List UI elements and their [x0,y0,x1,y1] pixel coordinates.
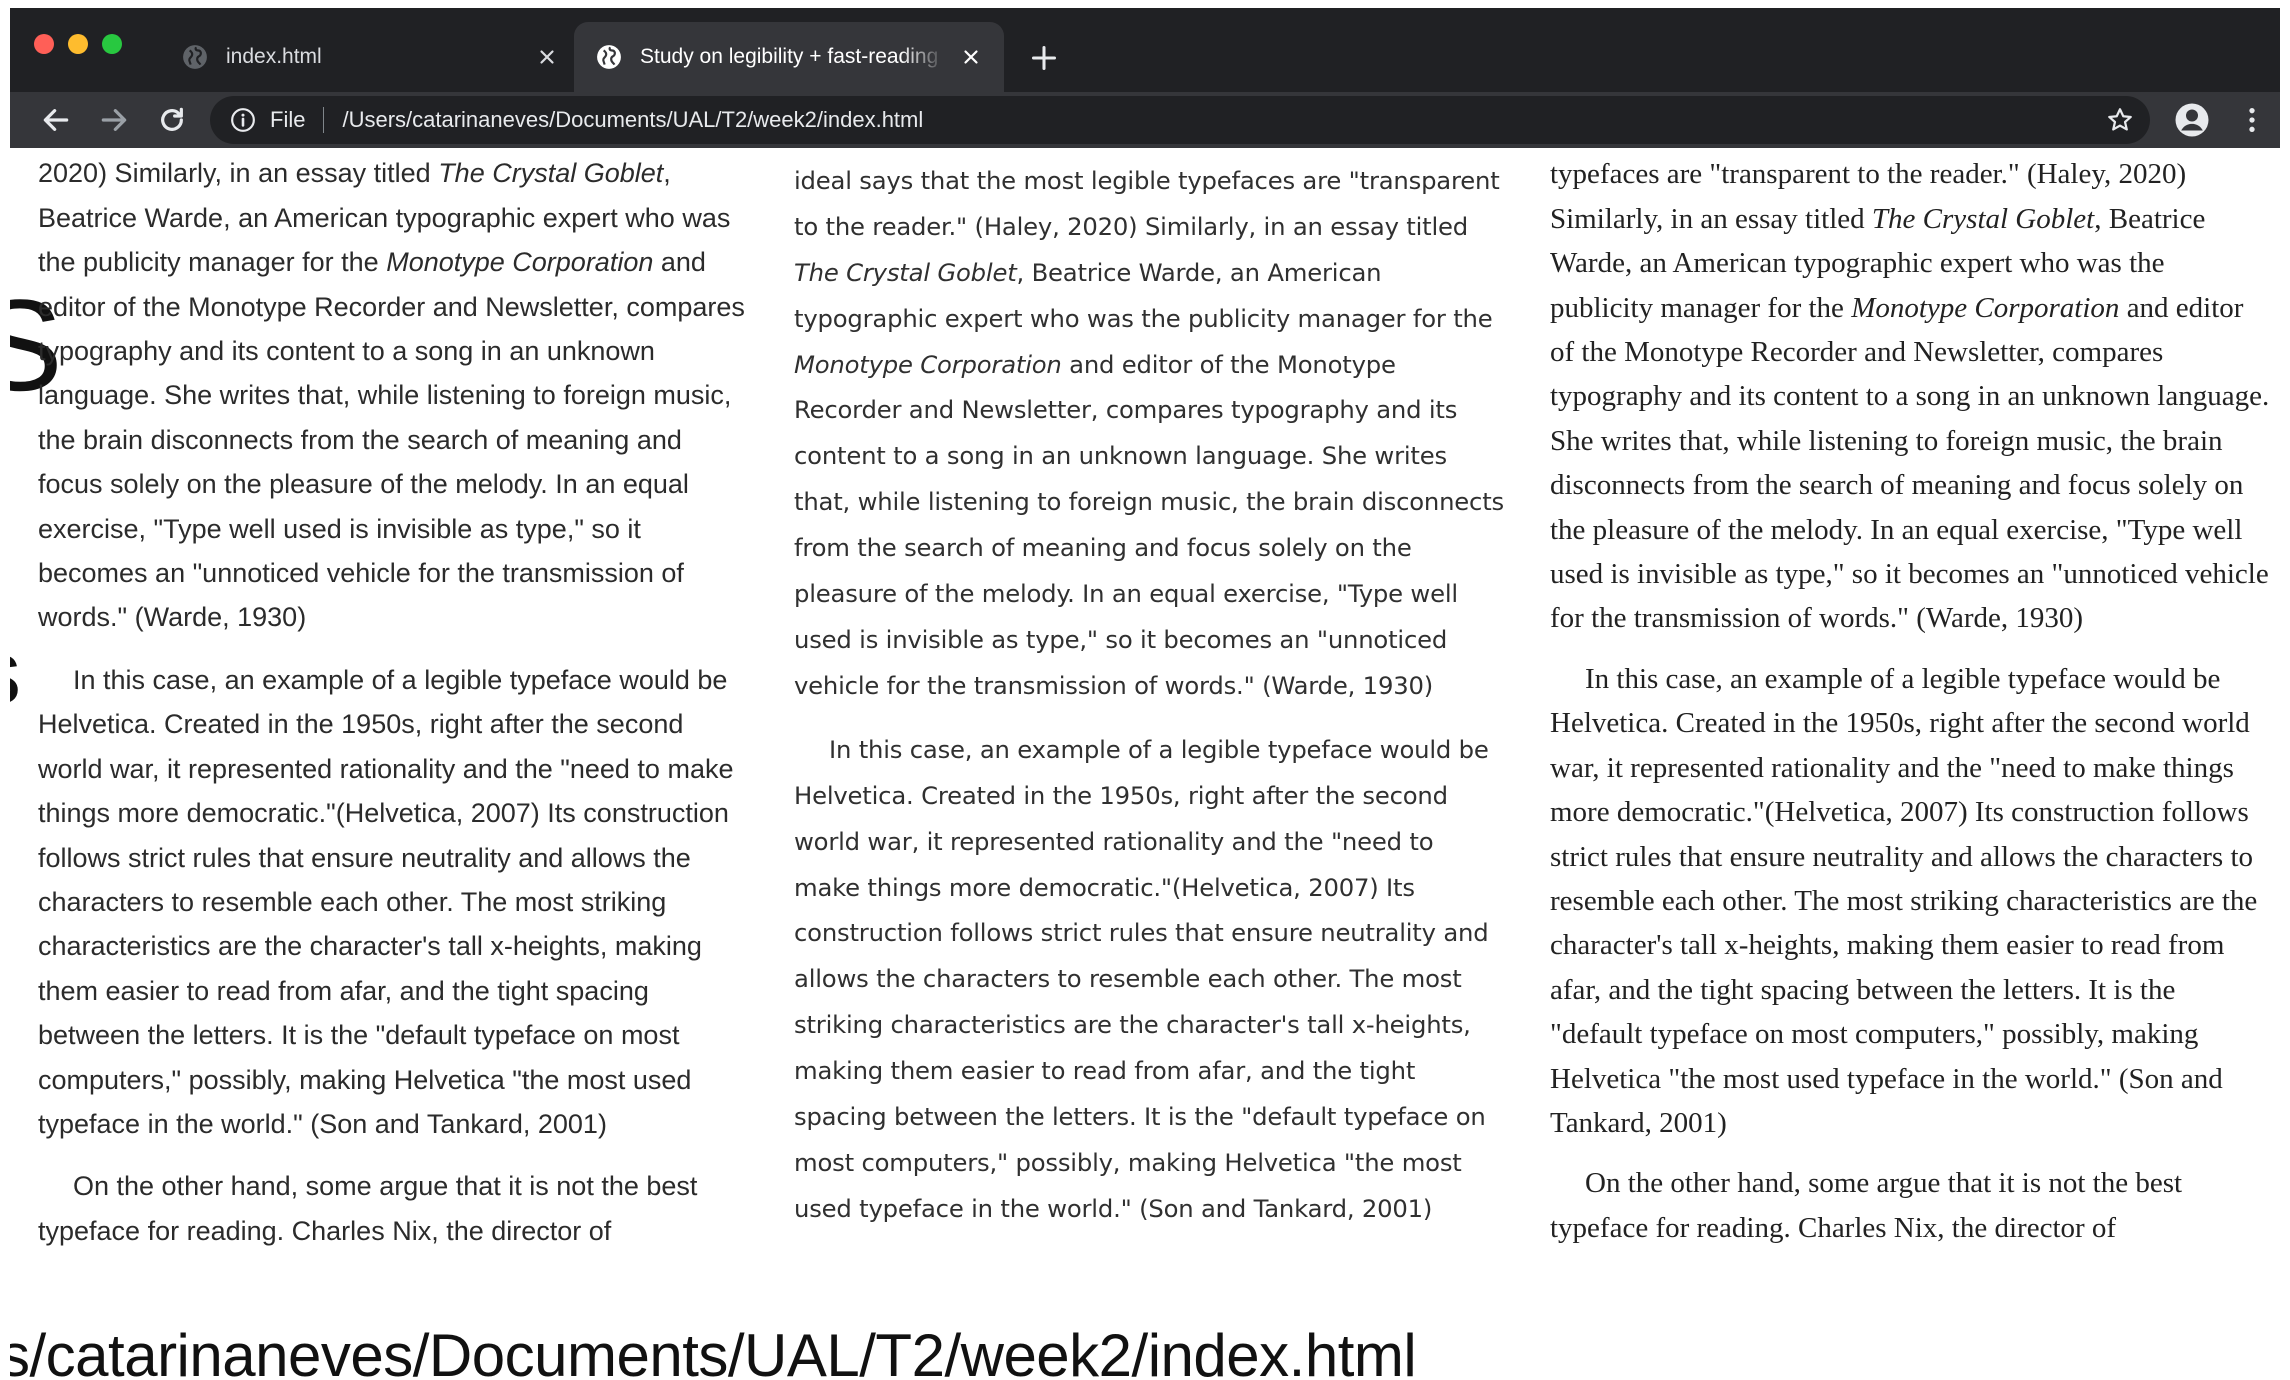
browser-window: index.html Study on legibility + fast-re… [10,8,2280,1380]
paragraph: On the other hand, some argue that it is… [1550,1167,2183,1244]
url-scheme-label: File [270,107,306,132]
window-close-button[interactable] [34,34,54,54]
window-minimize-button[interactable] [68,34,88,54]
globe-icon [597,45,621,69]
forward-arrow-icon[interactable] [98,104,130,136]
paragraph: On the other hand, some argue that it is… [38,1171,698,1246]
paragraph: legible typefaces are "transparent to th… [38,148,753,640]
reload-icon[interactable] [156,104,188,136]
italic-title: Monotype Corporation [386,247,654,278]
tab-study-legibility[interactable]: Study on legibility + fast-reading [574,22,1004,92]
text-column-sans: legible typefaces are "transparent to th… [38,148,753,1253]
paragraph: In this case, an example of a legible ty… [1550,662,2258,1139]
paragraph: In this case, an example of a legible ty… [38,664,734,1139]
back-arrow-icon[interactable] [40,104,72,136]
close-icon[interactable] [960,46,982,68]
paragraph: particular typeface." (Haley, 2020) A kn… [794,148,1504,709]
paragraph-text: particular typeface." (Haley, 2020) A kn… [794,148,1500,241]
globe-icon [183,45,207,69]
paragraph-text: and editor of the Monotype Recorder and … [38,247,745,633]
italic-title: The Crystal Goblet [794,257,1017,287]
star-icon[interactable] [2106,106,2134,134]
address-bar[interactable]: File /Users/catarinaneves/Documents/UAL/… [210,96,2150,144]
italic-title: The Crystal Goblet [1871,202,2095,235]
italic-title: The Crystal Goblet [438,158,664,189]
window-maximize-button[interactable] [102,34,122,54]
more-vert-icon[interactable] [2236,104,2268,136]
paragraph-text: and editor of the Monotype Recorder and … [794,349,1504,700]
tab-strip: index.html Study on legibility + fast-re… [10,8,2280,92]
toolbar: File /Users/catarinaneves/Documents/UAL/… [10,92,2280,148]
paragraph: In this case, an example of a legible ty… [794,734,1489,1223]
close-icon[interactable] [536,46,558,68]
partial-heading-letter: s [10,628,21,718]
url-text[interactable]: /Users/catarinaneves/Documents/UAL/T2/we… [342,107,923,133]
profile-icon[interactable] [2174,102,2210,138]
paragraph-text: and editor of the Monotype Recorder and … [1550,291,2270,635]
text-column-humanist: particular typeface." (Haley, 2020) A kn… [794,148,1504,1232]
text-column-serif: 2020) A known typographic ideal says tha… [1550,148,2272,1250]
omnibox-separator [323,107,325,133]
hovered-link-url-overlay: s/catarinaneves/Documents/UAL/T2/week2/i… [10,1322,1417,1380]
italic-title: Monotype Corporation [794,349,1062,379]
tab-index[interactable]: index.html [160,22,580,92]
page-content: S s legible typefaces are "transparent t… [10,148,2280,1380]
info-icon[interactable] [230,107,256,133]
italic-title: Monotype Corporation [1851,291,2120,324]
new-tab-plus-icon[interactable] [1030,44,1058,72]
tab-title: Study on legibility + fast-reading [640,45,939,68]
paragraph: 2020) A known typographic ideal says tha… [1550,148,2272,641]
tab-title: index.html [226,45,322,68]
